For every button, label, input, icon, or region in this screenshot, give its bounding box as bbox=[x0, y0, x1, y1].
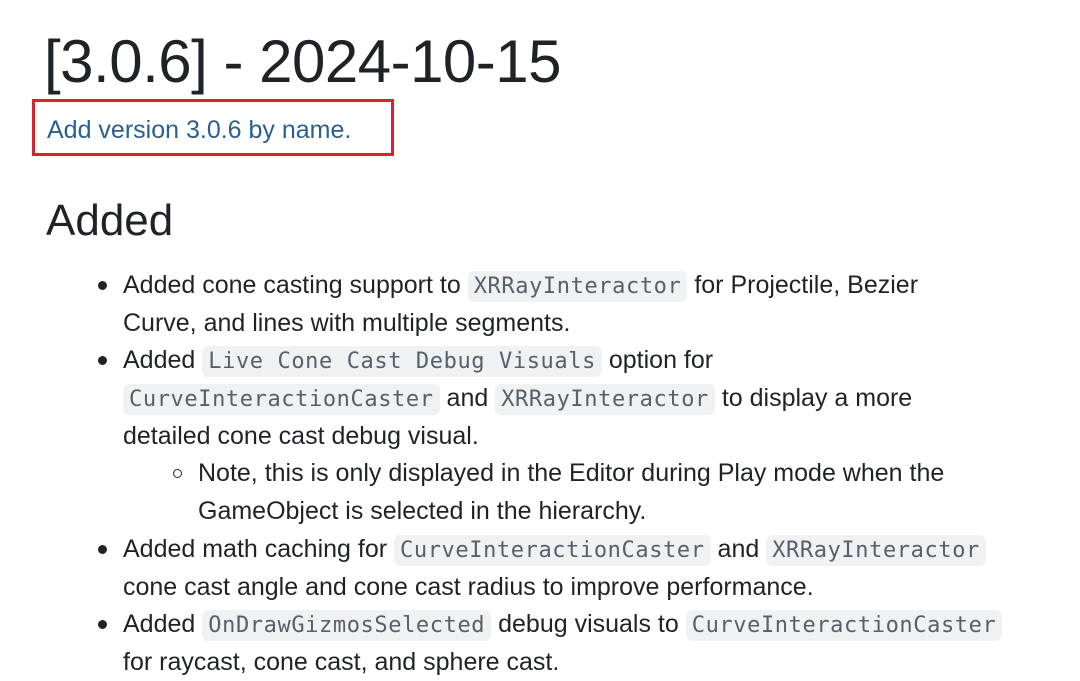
list-item-4-line-1: Added OnDrawGizmosSelected debug visuals… bbox=[123, 605, 1003, 645]
item-text: for Projectile, Bezier bbox=[687, 271, 919, 299]
item-text: to display a more bbox=[714, 384, 913, 412]
bullet-icon bbox=[98, 356, 107, 365]
sub-item-line-1: Note, this is only displayed in the Edit… bbox=[198, 459, 945, 487]
code-xrrayinteractor: XRRayInteractor bbox=[495, 384, 715, 415]
item-text: Added math caching for bbox=[123, 535, 394, 563]
changelog-page: [3.0.6] - 2024-10-15 Add version 3.0.6 b… bbox=[0, 0, 1080, 677]
list-item-4-line-2: for raycast, cone cast, and sphere cast. bbox=[123, 648, 560, 676]
item-text: debug visuals to bbox=[491, 610, 686, 638]
bullet-icon bbox=[98, 620, 107, 629]
item-text: and bbox=[439, 384, 496, 412]
list-item-2-line-2: CurveInteractionCaster and XRRayInteract… bbox=[123, 379, 912, 419]
bullet-icon bbox=[98, 281, 107, 290]
add-version-link[interactable]: Add version 3.0.6 by name. bbox=[47, 114, 351, 146]
list-item-2-line-3: detailed cone cast debug visual. bbox=[123, 422, 479, 450]
list-item-1-line-2: Curve, and lines with multiple segments. bbox=[123, 309, 571, 337]
item-text: Added bbox=[123, 610, 203, 638]
item-text: and bbox=[710, 535, 767, 563]
bullet-icon bbox=[98, 545, 107, 554]
sub-item-line-2: GameObject is selected in the hierarchy. bbox=[198, 497, 647, 525]
item-text: Added cone casting support to bbox=[123, 271, 468, 299]
code-xrrayinteractor: XRRayInteractor bbox=[467, 271, 688, 302]
code-xrrayinteractor: XRRayInteractor bbox=[766, 535, 986, 566]
code-curveinteractioncaster: CurveInteractionCaster bbox=[394, 535, 711, 566]
code-ondrawgizmosselected: OnDrawGizmosSelected bbox=[202, 610, 492, 641]
list-item-3-line-2: cone cast angle and cone cast radius to … bbox=[123, 573, 814, 601]
item-text: Added bbox=[123, 346, 203, 374]
code-curveinteractioncaster: CurveInteractionCaster bbox=[123, 384, 440, 415]
list-item-1-line-1: Added cone casting support to XRRayInter… bbox=[123, 266, 918, 306]
hollow-bullet-icon bbox=[173, 469, 182, 478]
section-heading-added: Added bbox=[46, 196, 174, 245]
list-item-2-line-1: Added Live Cone Cast Debug Visuals optio… bbox=[123, 341, 713, 381]
list-item-3-line-1: Added math caching for CurveInteractionC… bbox=[123, 530, 986, 570]
code-live-cone-cast-debug-visuals: Live Cone Cast Debug Visuals bbox=[202, 346, 602, 377]
code-curveinteractioncaster: CurveInteractionCaster bbox=[685, 610, 1003, 641]
item-text: option for bbox=[601, 346, 714, 374]
version-heading: [3.0.6] - 2024-10-15 bbox=[44, 28, 562, 95]
